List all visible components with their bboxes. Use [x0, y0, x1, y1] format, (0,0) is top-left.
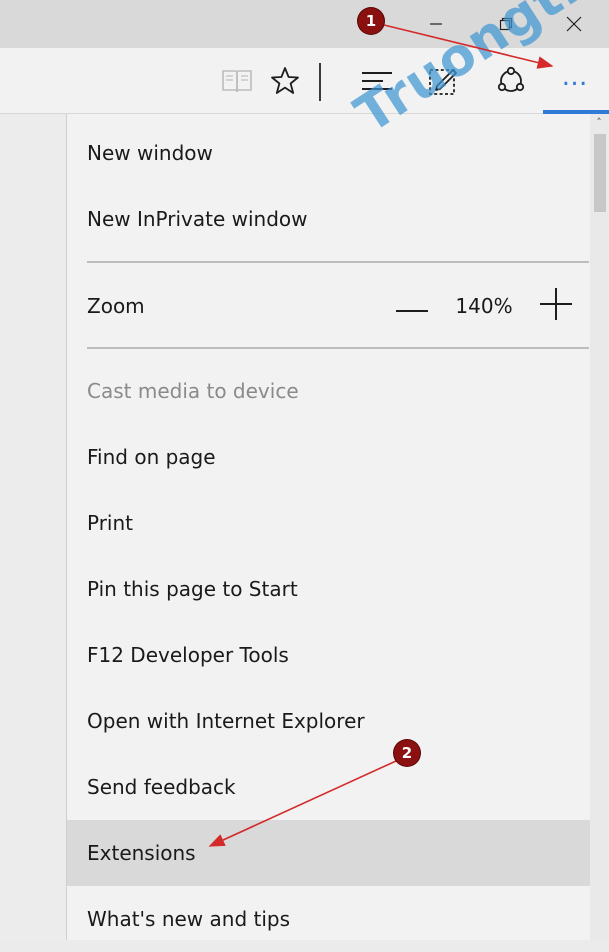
menu-item-label: New InPrivate window [87, 207, 308, 231]
minus-icon [396, 310, 428, 312]
menu-item-label: New window [87, 141, 213, 165]
more-actions-button[interactable]: … [543, 48, 609, 114]
menu-item-zoom: Zoom 140% [67, 273, 590, 339]
zoom-level: 140% [455, 294, 513, 318]
share-icon [497, 66, 525, 92]
menu-item-label: Extensions [87, 841, 196, 865]
reading-view-icon [222, 70, 252, 93]
browser-toolbar: … [0, 48, 609, 114]
favorites-button[interactable] [262, 48, 308, 114]
toolbar-separator [319, 63, 321, 101]
menu-item-open-with-ie[interactable]: Open with Internet Explorer [67, 688, 590, 754]
menu-item-label: Open with Internet Explorer [87, 709, 365, 733]
menu-item-new-inprivate-window[interactable]: New InPrivate window [67, 186, 590, 252]
menu-item-label: What's new and tips [87, 907, 291, 931]
menu-item-send-feedback[interactable]: Send feedback [67, 754, 590, 820]
plus-icon [540, 287, 572, 320]
favorites-star-icon [271, 67, 299, 94]
page-content-area [0, 114, 67, 940]
menu-divider [87, 261, 589, 263]
menu-scrollbar[interactable] [590, 114, 609, 940]
zoom-label: Zoom [87, 294, 145, 318]
reading-view-button[interactable] [214, 48, 260, 114]
menu-item-find-on-page[interactable]: Find on page [67, 424, 590, 490]
menu-divider [87, 347, 589, 349]
menu-item-extensions[interactable]: Extensions [67, 820, 590, 886]
menu-item-developer-tools[interactable]: F12 Developer Tools [67, 622, 590, 688]
menu-item-label: Print [87, 511, 134, 535]
annotation-badge-1: 1 [358, 8, 384, 34]
menu-item-pin-to-start[interactable]: Pin this page to Start [67, 556, 590, 622]
menu-item-label: Pin this page to Start [87, 577, 298, 601]
menu-item-print[interactable]: Print [67, 490, 590, 556]
more-actions-menu: New window New InPrivate window Zoom 140… [67, 114, 590, 940]
minimize-icon [430, 23, 442, 25]
menu-item-whats-new[interactable]: What's new and tips [67, 886, 590, 952]
annotation-badge-2: 2 [394, 740, 420, 766]
zoom-out-button[interactable] [396, 294, 428, 318]
menu-item-new-window[interactable]: New window [67, 120, 590, 186]
zoom-in-button[interactable] [540, 287, 572, 325]
menu-item-label: F12 Developer Tools [87, 643, 289, 667]
scrollbar-thumb[interactable] [594, 134, 606, 212]
menu-item-label: Find on page [87, 445, 216, 469]
menu-item-label: Cast media to device [87, 379, 299, 403]
scroll-up-arrow-icon[interactable]: ˄ [592, 116, 606, 130]
menu-item-label: Send feedback [87, 775, 236, 799]
menu-item-cast-media: Cast media to device [67, 358, 590, 424]
more-actions-icon: … [561, 62, 591, 92]
zoom-controls: 140% [396, 273, 572, 339]
